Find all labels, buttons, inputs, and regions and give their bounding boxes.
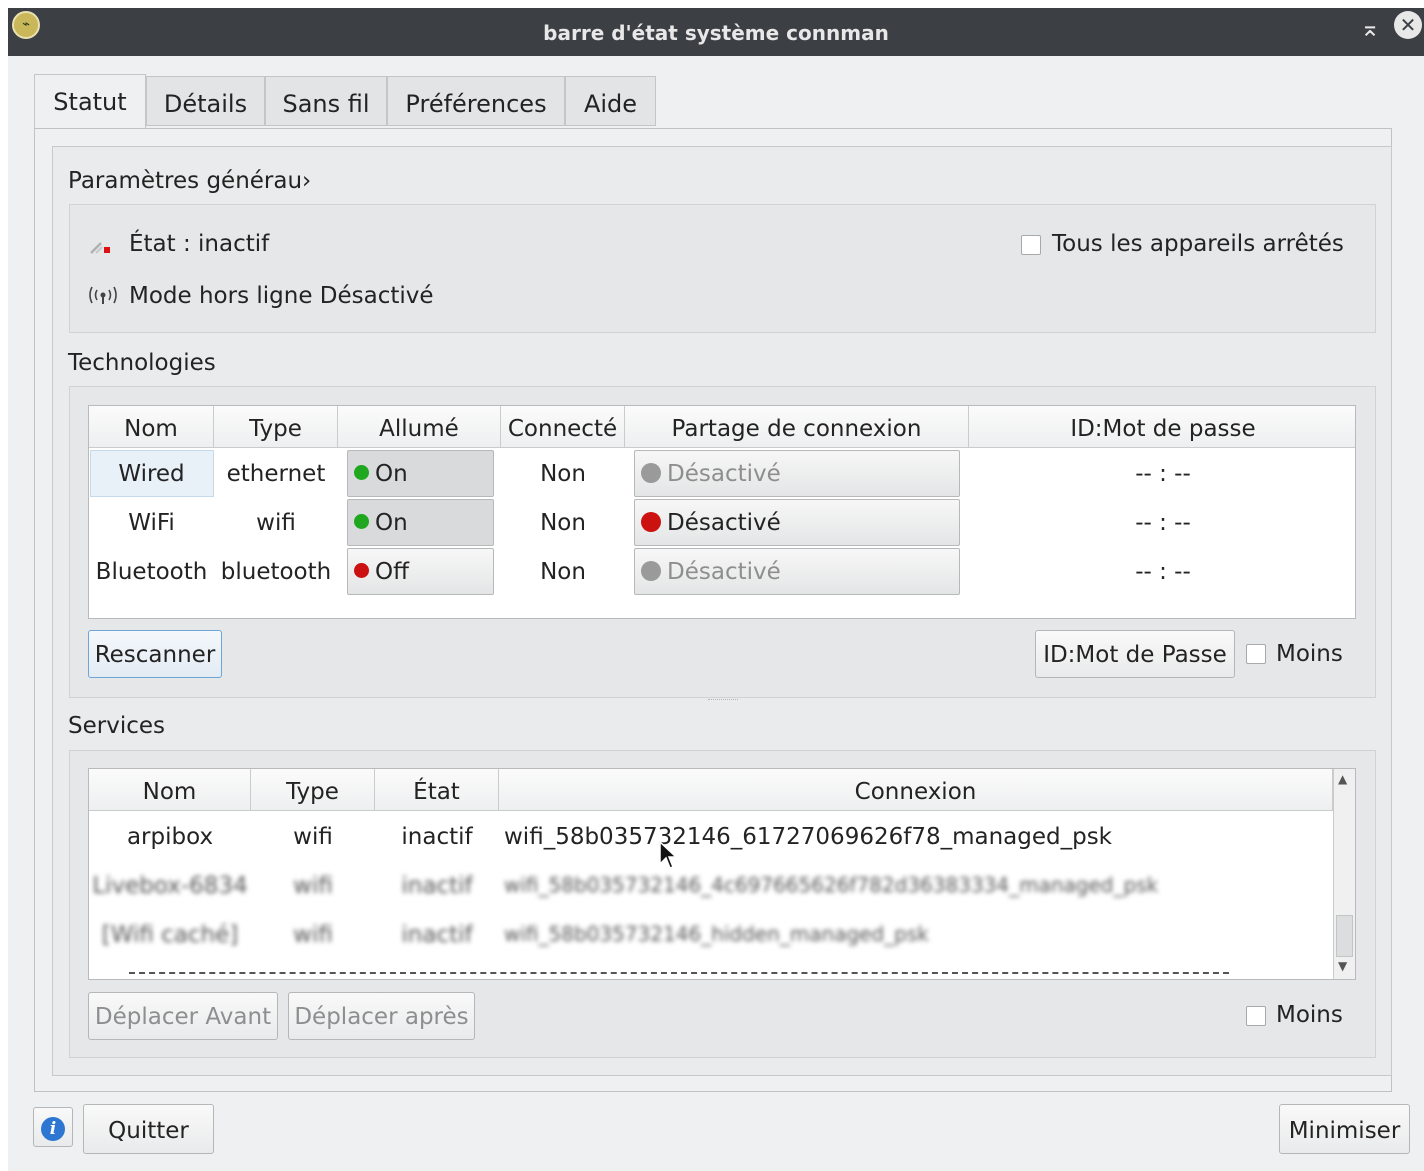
services-scrollbar[interactable]: ▲ ▼ [1333,769,1355,979]
col-header-nom[interactable]: Nom [89,406,214,448]
tab-aide[interactable]: Aide [565,76,656,126]
col-header-connexion[interactable]: Connexion [499,769,1333,811]
col-header-id-password[interactable]: ID:Mot de passe [969,406,1355,448]
service-name[interactable]: [Wifi caché] [89,922,251,948]
tech-connected: Non [540,559,586,585]
col-header-type[interactable]: Type [214,406,338,448]
close-icon[interactable]: ✕ [1394,11,1422,39]
tab-details[interactable]: Détails [146,76,265,126]
tech-id-password: -- : -- [1135,461,1191,487]
tab-sans-fil[interactable]: Sans fil [265,76,387,126]
scroll-down-icon[interactable]: ▼ [1338,959,1347,973]
status-dot-icon [354,465,369,480]
tethering-button[interactable]: Désactivé [634,450,960,497]
keep-above-icon[interactable]: ⌅ [1360,14,1380,42]
partial-table-row [129,972,1229,979]
window-title: barre d'état système connman [543,21,889,45]
title-bar: barre d'état système connman [8,8,1424,56]
power-toggle-button[interactable]: On [347,499,494,546]
service-connection: wifi_58b035732146_61727069626f78_managed… [504,824,1113,850]
service-type: wifi [293,922,333,948]
service-connection: wifi_58b035732146_4c697665626f782d363833… [504,873,1159,897]
quit-button[interactable]: Quitter [83,1104,214,1154]
services-section-title: Services [68,713,165,739]
service-name[interactable]: arpibox [89,824,251,850]
minimize-button[interactable]: Minimiser [1279,1104,1410,1154]
scrollbar-thumb[interactable] [1336,915,1353,957]
offline-mode-label: Mode hors ligne Désactivé [129,283,434,309]
all-devices-off-label[interactable]: Tous les appareils arrêtés [1052,231,1344,257]
mouse-cursor-icon [658,840,678,876]
move-after-button[interactable]: Déplacer après [288,992,475,1040]
service-state: inactif [401,873,473,899]
status-dot-icon [354,514,369,529]
tab-preferences[interactable]: Préférences [387,76,565,126]
tech-connected: Non [540,461,586,487]
scroll-up-icon[interactable]: ▲ [1338,772,1347,786]
col-header-allume[interactable]: Allumé [338,406,501,448]
col-header-nom[interactable]: Nom [89,769,251,811]
id-password-button[interactable]: ID:Mot de Passe [1035,630,1235,678]
rescan-button[interactable]: Rescanner [88,630,222,678]
tech-type: bluetooth [220,559,332,585]
tethering-button[interactable]: Désactivé [634,499,960,546]
technologies-table: Nom Type Allumé Connecté Partage de conn… [88,405,1356,619]
info-icon: i [41,1116,65,1141]
tech-connected: Non [540,510,586,536]
disconnected-icon [88,236,112,256]
col-header-partage[interactable]: Partage de connexion [625,406,969,448]
state-label: État : inactif [129,231,270,257]
tech-id-password: -- : -- [1135,510,1191,536]
col-header-connecte[interactable]: Connecté [501,406,625,448]
service-state: inactif [401,824,473,850]
tethering-button[interactable]: Désactivé [634,548,960,595]
service-connection: wifi_58b035732146_hidden_managed_psk [504,922,929,946]
tech-id-password: -- : -- [1135,559,1191,585]
info-button[interactable]: i [33,1107,73,1147]
all-devices-off-checkbox[interactable] [1021,235,1041,255]
service-state: inactif [401,922,473,948]
services-less-label[interactable]: Moins [1276,1002,1343,1028]
services-less-checkbox[interactable] [1246,1006,1266,1026]
tech-name[interactable]: Bluetooth [89,559,214,585]
col-header-etat[interactable]: État [375,769,499,811]
status-dot-icon [641,561,661,581]
app-icon: ⌁ [12,11,40,39]
power-toggle-button[interactable]: Off [347,548,494,595]
power-toggle-button[interactable]: On [347,450,494,497]
technologies-section-title: Technologies [68,350,216,376]
tech-less-checkbox[interactable] [1246,644,1266,664]
service-type: wifi [293,873,333,899]
tech-type: ethernet [226,461,326,487]
col-header-type[interactable]: Type [251,769,375,811]
tech-name[interactable]: Wired [89,461,214,487]
general-group [69,204,1376,333]
general-section-title: Paramètres générau› [68,168,312,194]
service-name[interactable]: Livebox-6834 [89,873,251,899]
tech-name[interactable]: WiFi [89,510,214,536]
tech-less-label[interactable]: Moins [1276,641,1343,667]
tech-type: wifi [256,510,296,536]
antenna-icon [88,286,118,306]
status-dot-icon [641,512,661,532]
tab-statut[interactable]: Statut [34,74,146,130]
status-dot-icon [354,563,369,578]
service-type: wifi [293,824,333,850]
services-table: Nom Type État Connexion arpibox wifi ina… [88,768,1356,980]
move-before-button[interactable]: Déplacer Avant [88,992,278,1040]
splitter-handle[interactable] [708,699,738,704]
status-dot-icon [641,463,661,483]
